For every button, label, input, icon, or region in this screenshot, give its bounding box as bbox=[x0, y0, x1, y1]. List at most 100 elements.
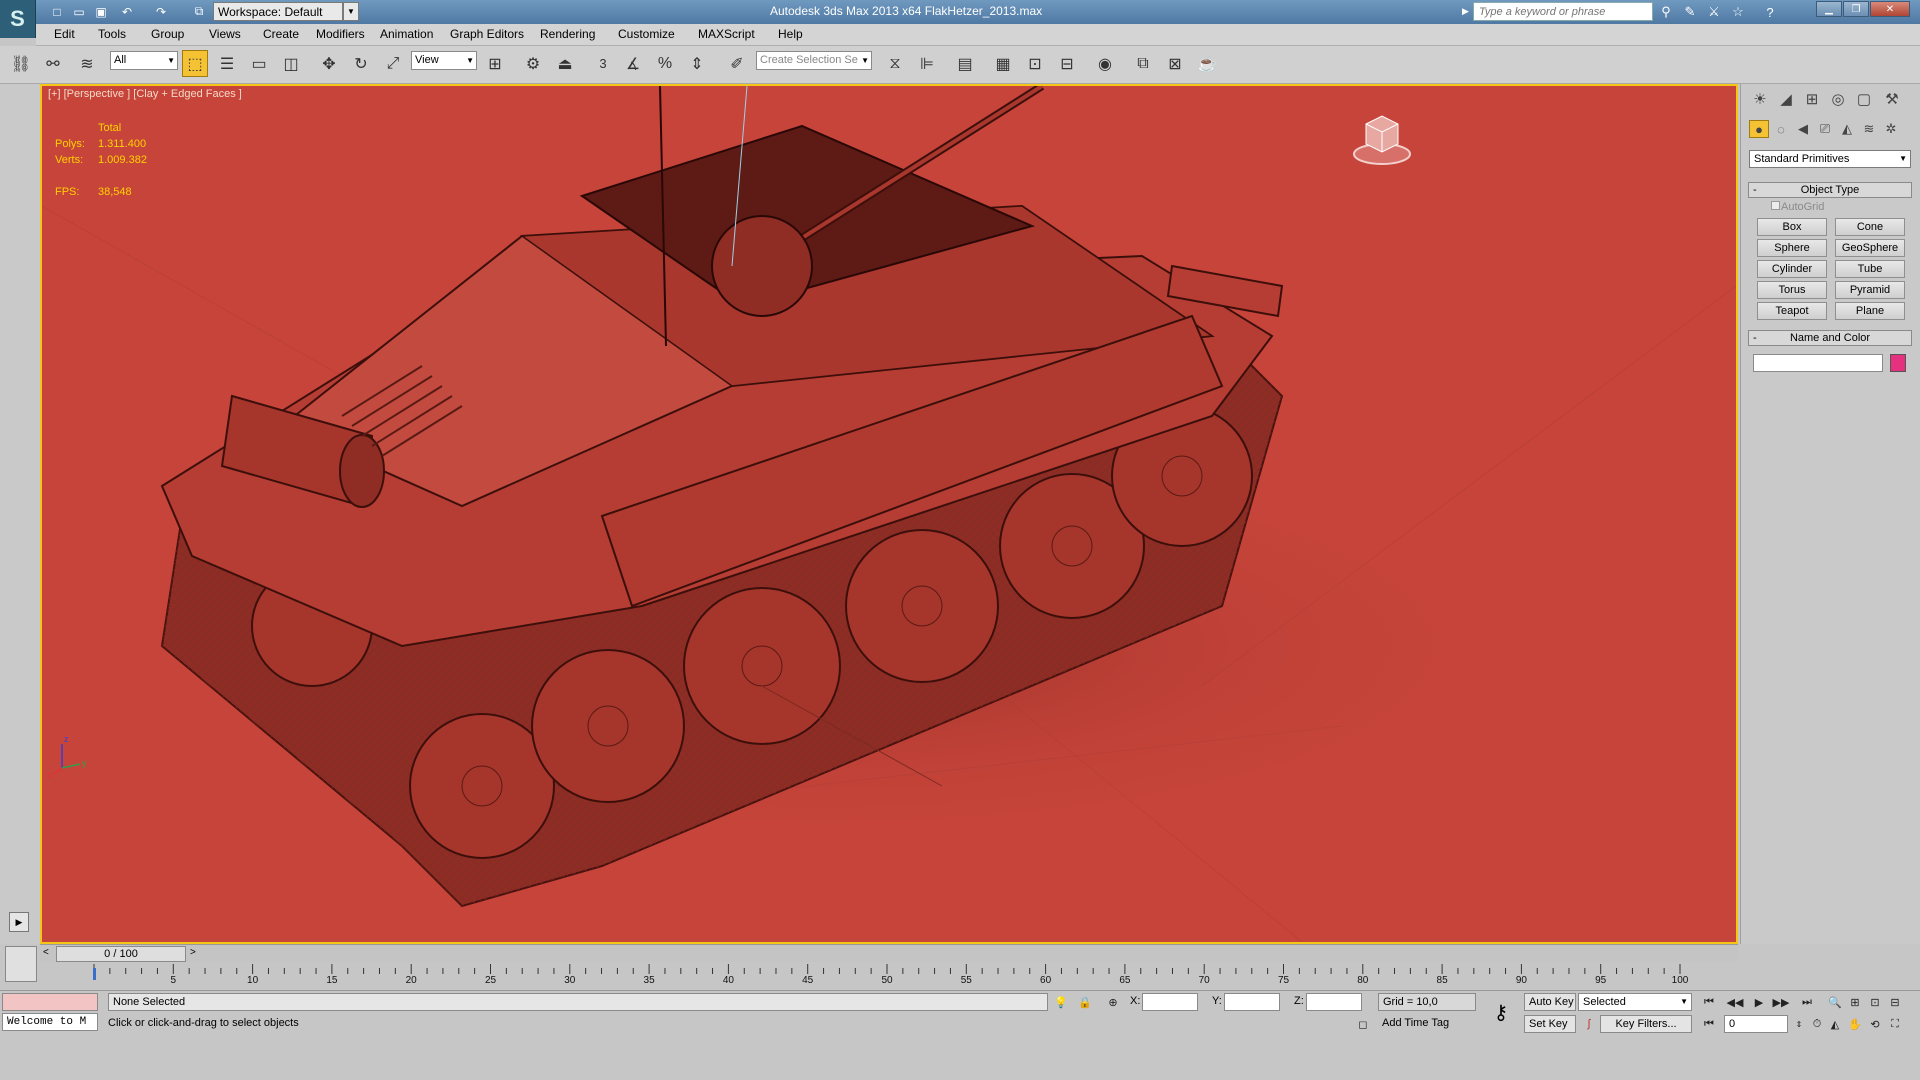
slider-prev-icon[interactable]: < bbox=[43, 947, 49, 958]
pivot-center-icon[interactable]: ⊞ bbox=[482, 50, 508, 77]
pan-view-icon[interactable]: ✋ bbox=[1846, 1015, 1864, 1033]
percent-snap-icon[interactable]: % bbox=[652, 50, 678, 77]
edit-named-selection-icon[interactable]: ✐ bbox=[724, 50, 750, 77]
orbit-icon[interactable]: ⟲ bbox=[1866, 1015, 1884, 1033]
play-icon[interactable]: ▶ bbox=[1750, 993, 1768, 1011]
material-editor-icon[interactable]: ◉ bbox=[1092, 50, 1118, 77]
x-coordinate-field[interactable] bbox=[1142, 993, 1198, 1011]
lock-icon[interactable]: 🔒 bbox=[1076, 993, 1094, 1011]
maxscript-listener[interactable]: Welcome to M bbox=[2, 1013, 98, 1031]
menu-edit[interactable]: Edit bbox=[54, 27, 75, 41]
maxscript-listener-pink[interactable] bbox=[2, 993, 98, 1011]
name-color-rollout[interactable]: - Name and Color bbox=[1748, 330, 1912, 346]
window-crossing-icon[interactable]: ◫ bbox=[278, 50, 304, 77]
zoom-extents-all-icon[interactable]: ⊟ bbox=[1886, 993, 1904, 1011]
plane-button[interactable]: Plane bbox=[1835, 302, 1905, 320]
scale-icon[interactable]: ⤢ bbox=[380, 50, 406, 77]
tools-icon[interactable]: ✎ bbox=[1680, 3, 1700, 21]
box-button[interactable]: Box bbox=[1757, 218, 1827, 236]
mini-listener-toggle[interactable] bbox=[5, 946, 37, 982]
go-to-start-icon[interactable]: ⏮ bbox=[1700, 993, 1718, 1011]
frame-spinner-icon[interactable]: ⇕ bbox=[1790, 1015, 1808, 1033]
menu-graph-editors[interactable]: Graph Editors bbox=[450, 27, 524, 41]
curve-editor-icon[interactable]: ⊡ bbox=[1022, 50, 1048, 77]
key-tangent-icon[interactable]: ∫ bbox=[1580, 1015, 1598, 1033]
torus-button[interactable]: Torus bbox=[1757, 281, 1827, 299]
unlink-icon[interactable]: ⚯ bbox=[40, 50, 66, 77]
menu-rendering[interactable]: Rendering bbox=[540, 27, 595, 41]
menu-group[interactable]: Group bbox=[151, 27, 184, 41]
zoom-icon[interactable]: 🔍 bbox=[1826, 993, 1844, 1011]
utilities-tab-icon[interactable]: ⚒ bbox=[1881, 88, 1903, 110]
set-key-button[interactable]: Set Key bbox=[1524, 1015, 1576, 1033]
chevron-down-icon[interactable]: ▼ bbox=[343, 2, 359, 21]
primitive-type-dropdown[interactable]: Standard Primitives ▼ bbox=[1749, 150, 1911, 168]
key-filters-button[interactable]: Key Filters... bbox=[1600, 1015, 1692, 1033]
mirror-icon[interactable]: ⧖ bbox=[882, 50, 908, 77]
z-coordinate-field[interactable] bbox=[1306, 993, 1362, 1011]
time-slider[interactable]: < 0 / 100 > bbox=[40, 944, 1738, 962]
teapot-button[interactable]: Teapot bbox=[1757, 302, 1827, 320]
zoom-all-icon[interactable]: ⊞ bbox=[1846, 993, 1864, 1011]
key-mode-toggle-icon[interactable]: ⏮ bbox=[1700, 1015, 1718, 1033]
spinner-snap-icon[interactable]: ⇕ bbox=[684, 50, 710, 77]
render-setup-icon[interactable]: ⧉ bbox=[1130, 50, 1156, 77]
angle-snap-icon[interactable]: ∡ bbox=[620, 50, 646, 77]
next-frame-icon[interactable]: ▶▶ bbox=[1772, 993, 1790, 1011]
move-icon[interactable]: ✥ bbox=[316, 50, 342, 77]
menu-tools[interactable]: Tools bbox=[98, 27, 126, 41]
render-production-icon[interactable]: ☕ bbox=[1194, 50, 1220, 77]
add-time-tag-button[interactable]: Add Time Tag bbox=[1382, 1017, 1449, 1029]
select-manipulate-icon[interactable]: ⚙ bbox=[520, 50, 546, 77]
sphere-button[interactable]: Sphere bbox=[1757, 239, 1827, 257]
current-frame-field[interactable]: 0 bbox=[1724, 1015, 1788, 1033]
time-slider-thumb[interactable]: 0 / 100 bbox=[56, 946, 186, 962]
display-tab-icon[interactable]: ▢ bbox=[1853, 88, 1875, 110]
new-file-icon[interactable]: □ bbox=[48, 3, 66, 20]
object-type-rollout[interactable]: - Object Type bbox=[1748, 182, 1912, 198]
key-icon[interactable]: ⚷ bbox=[1486, 995, 1516, 1029]
network-icon[interactable]: ⚔ bbox=[1704, 3, 1724, 21]
key-mode-dropdown[interactable]: Selected ▼ bbox=[1578, 993, 1692, 1011]
systems-icon[interactable]: ✲ bbox=[1881, 120, 1901, 138]
selection-filter-dropdown[interactable]: All ▼ bbox=[110, 51, 178, 70]
bind-spacewarp-icon[interactable]: ≋ bbox=[74, 50, 100, 77]
y-coordinate-field[interactable] bbox=[1224, 993, 1280, 1011]
menu-animation[interactable]: Animation bbox=[380, 27, 433, 41]
align-icon[interactable]: ⊫ bbox=[914, 50, 940, 77]
time-configuration-icon[interactable]: ⏱ bbox=[1808, 1015, 1826, 1033]
layer-manager-icon[interactable]: ▤ bbox=[952, 50, 978, 77]
object-name-input[interactable] bbox=[1753, 354, 1883, 372]
time-tag-icon[interactable]: ◻ bbox=[1354, 1015, 1372, 1033]
isolate-icon[interactable]: 💡 bbox=[1052, 993, 1070, 1011]
autogrid-checkbox[interactable] bbox=[1771, 201, 1780, 210]
shapes-icon[interactable]: ◌ bbox=[1771, 120, 1791, 138]
field-of-view-icon[interactable]: ◭ bbox=[1826, 1015, 1844, 1033]
menu-create[interactable]: Create bbox=[263, 27, 299, 41]
track-bar[interactable]: 5 10 15 20 25 30 35 40 45 50 55 60 65 70 75 80 85 90 95 100 bbox=[40, 962, 1738, 990]
absolute-mode-icon[interactable]: ⊕ bbox=[1104, 993, 1122, 1011]
maximize-button[interactable]: ❐ bbox=[1843, 1, 1869, 17]
geosphere-button[interactable]: GeoSphere bbox=[1835, 239, 1905, 257]
named-selection-dropdown[interactable]: Create Selection Se ▼ bbox=[756, 51, 872, 70]
select-by-name-icon[interactable]: ☰ bbox=[214, 50, 240, 77]
help-icon[interactable]: ? bbox=[1760, 3, 1780, 21]
helpers-icon[interactable]: ◭ bbox=[1837, 120, 1857, 138]
rectangular-region-icon[interactable]: ▭ bbox=[246, 50, 272, 77]
reference-coordinate-dropdown[interactable]: View ▼ bbox=[411, 51, 477, 70]
search-input[interactable] bbox=[1473, 2, 1653, 21]
spacewarps-icon[interactable]: ≋ bbox=[1859, 120, 1879, 138]
menu-views[interactable]: Views bbox=[209, 27, 241, 41]
motion-tab-icon[interactable]: ◎ bbox=[1827, 88, 1849, 110]
minimize-button[interactable]: ▁ bbox=[1816, 1, 1842, 17]
tube-button[interactable]: Tube bbox=[1835, 260, 1905, 278]
object-color-swatch[interactable] bbox=[1890, 354, 1906, 372]
cylinder-button[interactable]: Cylinder bbox=[1757, 260, 1827, 278]
modify-tab-icon[interactable]: ◢ bbox=[1775, 88, 1797, 110]
snap-toggle-icon[interactable]: 3 bbox=[590, 50, 616, 77]
auto-key-button[interactable]: Auto Key bbox=[1524, 993, 1576, 1011]
play-expand-icon[interactable]: ▶ bbox=[9, 912, 29, 932]
save-file-icon[interactable]: ▣ bbox=[92, 3, 110, 20]
zoom-extents-icon[interactable]: ⊡ bbox=[1866, 993, 1884, 1011]
geometry-icon[interactable]: ● bbox=[1749, 120, 1769, 138]
